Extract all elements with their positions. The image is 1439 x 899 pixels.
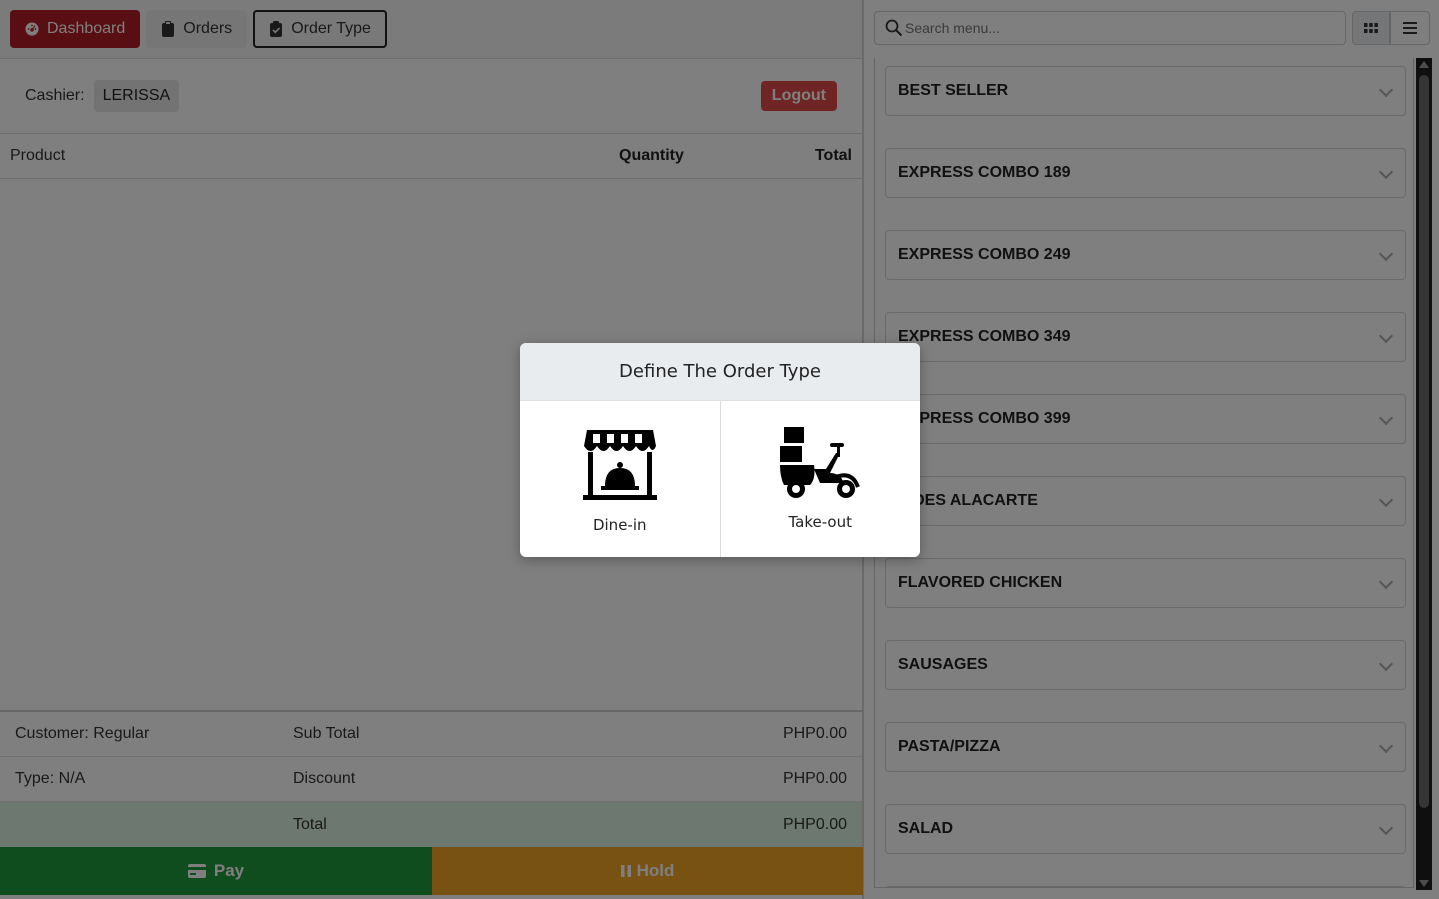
modal-title: Define The Order Type xyxy=(520,343,920,401)
scooter-delivery-icon xyxy=(780,427,861,498)
dine-in-option[interactable]: Dine-in xyxy=(520,401,720,557)
order-type-options: Dine-in Take-out xyxy=(520,401,920,557)
take-out-label: Take-out xyxy=(788,513,852,531)
store-icon xyxy=(582,430,657,500)
dine-in-label: Dine-in xyxy=(592,516,647,534)
take-out-option[interactable]: Take-out xyxy=(719,401,921,557)
order-type-modal: Define The Order Type Dine-in Take-out xyxy=(520,343,920,557)
